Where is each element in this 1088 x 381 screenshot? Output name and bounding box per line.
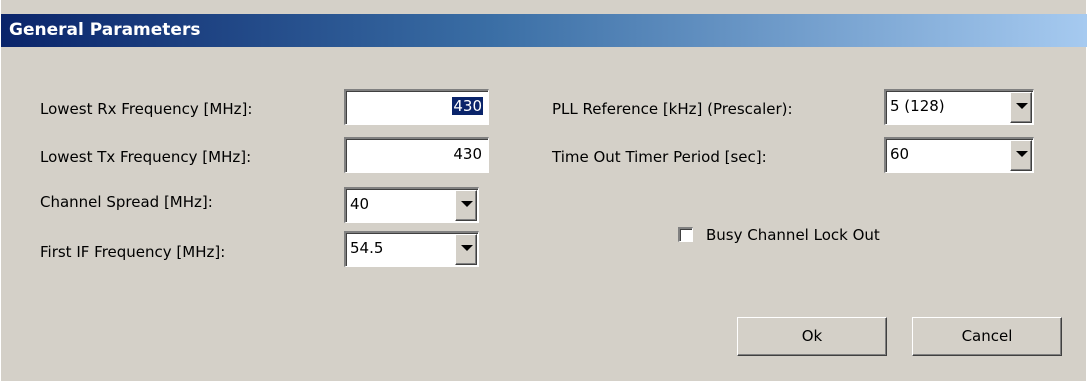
pll-reference-label: PLL Reference [kHz] (Prescaler): [552,100,793,118]
title-bar: General Parameters [1,14,1087,47]
pll-reference-dropdown-button[interactable] [1010,92,1032,123]
timeout-timer-dropdown-button[interactable] [1010,140,1032,171]
pll-reference-select[interactable]: 5 (128) [884,89,1034,125]
first-if-select[interactable]: 54.5 [344,231,479,267]
lowest-rx-input[interactable]: 430 [344,89,489,125]
first-if-dropdown-button[interactable] [455,234,477,265]
busy-lockout-label[interactable]: Busy Channel Lock Out [706,226,880,244]
channel-spread-dropdown-button[interactable] [455,190,477,221]
dialog-title: General Parameters [9,20,201,40]
channel-spread-value: 40 [350,195,370,213]
ok-button[interactable]: Ok [737,317,887,356]
cancel-button[interactable]: Cancel [912,317,1062,356]
first-if-label: First IF Frequency [MHz]: [40,243,226,261]
chevron-down-icon [461,201,473,207]
dialog-window: General Parameters Lowest Rx Frequency [… [0,0,1087,381]
timeout-timer-select[interactable]: 60 [884,137,1034,173]
lowest-tx-input[interactable]: 430 [344,137,489,173]
first-if-value: 54.5 [350,239,384,257]
lowest-tx-value: 430 [453,145,482,163]
chevron-down-icon [1016,103,1028,109]
chevron-down-icon [1016,151,1028,157]
channel-spread-select[interactable]: 40 [344,187,479,223]
lowest-rx-value: 430 [452,97,483,115]
lowest-rx-label: Lowest Rx Frequency [MHz]: [40,100,253,118]
channel-spread-label: Channel Spread [MHz]: [40,193,213,211]
busy-lockout-checkbox[interactable] [678,227,693,242]
timeout-timer-label: Time Out Timer Period [sec]: [552,148,767,166]
pll-reference-value: 5 (128) [890,97,945,115]
timeout-timer-value: 60 [890,145,910,163]
chevron-down-icon [461,245,473,251]
lowest-tx-label: Lowest Tx Frequency [MHz]: [40,148,252,166]
